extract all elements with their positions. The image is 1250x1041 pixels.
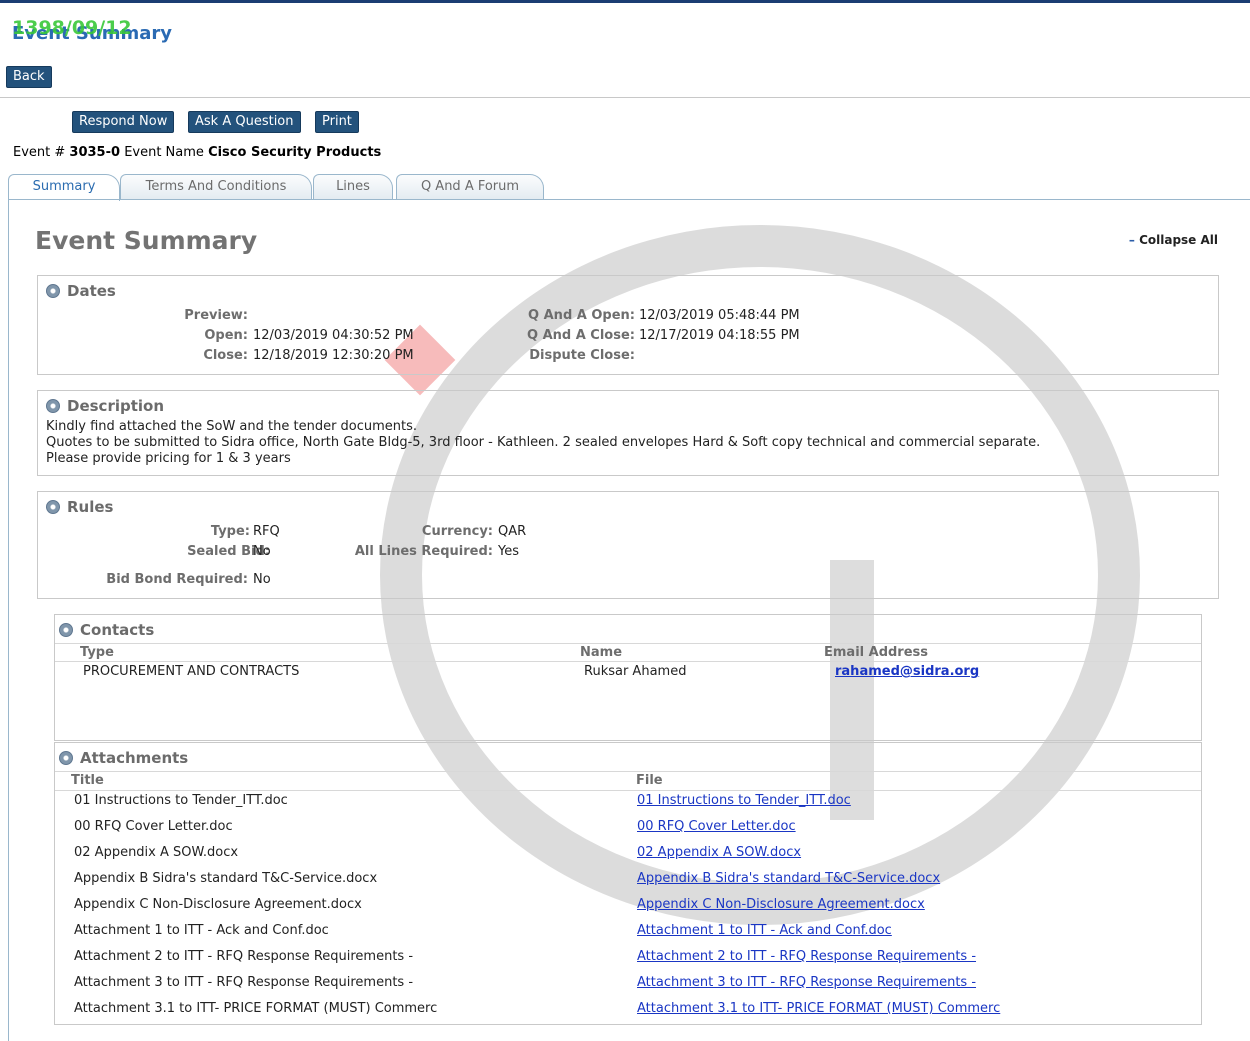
contacts-col-name: Name xyxy=(580,645,623,660)
top-accent-bar xyxy=(0,0,1250,3)
contact-name: Ruksar Ahamed xyxy=(584,664,687,679)
attachments-col-title: Title xyxy=(71,773,104,788)
event-number: 3035-0 xyxy=(69,145,121,160)
contacts-section: Contacts Type Name Email Address PROCURE… xyxy=(54,614,1202,741)
description-text: Kindly find attached the SoW and the ten… xyxy=(46,419,1040,467)
preview-label: Preview: xyxy=(184,308,248,323)
qa-open-value: 12/03/2019 05:48:44 PM xyxy=(639,308,800,323)
print-button[interactable]: Print xyxy=(315,111,359,133)
attachments-col-file: File xyxy=(636,773,663,788)
currency-value: QAR xyxy=(498,524,527,539)
description-header[interactable]: Description xyxy=(46,397,164,415)
contact-type: PROCUREMENT AND CONTRACTS xyxy=(83,664,300,679)
all-lines-label: All Lines Required: xyxy=(354,544,493,559)
attachment-file-link[interactable]: 02 Appendix A SOW.docx xyxy=(637,845,801,860)
toggle-circle-icon xyxy=(46,284,60,298)
tab-summary[interactable]: Summary xyxy=(8,174,120,201)
open-value: 12/03/2019 04:30:52 PM xyxy=(253,328,414,343)
divider xyxy=(55,643,1201,644)
attachment-file-link[interactable]: Appendix B Sidra's standard T&C-Service.… xyxy=(637,871,940,886)
attachment-file-link[interactable]: Appendix C Non-Disclosure Agreement.docx xyxy=(637,897,925,912)
attachment-title: 02 Appendix A SOW.docx xyxy=(74,845,239,860)
attachments-title: Attachments xyxy=(80,749,189,767)
attachment-file-link[interactable]: Attachment 1 to ITT - Ack and Conf.doc xyxy=(637,923,892,938)
collapse-all-label: Collapse All xyxy=(1139,233,1218,247)
type-value: RFQ xyxy=(253,524,280,539)
close-value: 12/18/2019 12:30:20 PM xyxy=(253,348,414,363)
qa-close-value: 12/17/2019 04:18:55 PM xyxy=(639,328,800,343)
divider xyxy=(55,790,1201,791)
contacts-col-email: Email Address xyxy=(824,645,929,660)
attachment-title: Appendix B Sidra's standard T&C-Service.… xyxy=(74,871,378,886)
description-section: Description Kindly find attached the SoW… xyxy=(37,390,1219,476)
attachment-title: Attachment 3.1 to ITT- PRICE FORMAT (MUS… xyxy=(74,1001,438,1016)
dates-header[interactable]: Dates xyxy=(46,282,116,300)
ask-question-button[interactable]: Ask A Question xyxy=(188,111,301,133)
date-stamp-overlay: 1398/09/12 xyxy=(12,17,132,39)
currency-label: Currency: xyxy=(421,524,493,539)
attachment-title: 00 RFQ Cover Letter.doc xyxy=(74,819,233,834)
attachment-title: Attachment 1 to ITT - Ack and Conf.doc xyxy=(74,923,329,938)
bid-bond-label: Bid Bond Required: xyxy=(106,572,248,587)
dispute-close-label: Dispute Close: xyxy=(529,348,635,363)
attachment-file-link[interactable]: Attachment 3 to ITT - RFQ Response Requi… xyxy=(637,975,976,990)
event-name-label: Event Name xyxy=(124,145,204,160)
event-name: Cisco Security Products xyxy=(208,145,382,160)
rules-header[interactable]: Rules xyxy=(46,498,113,516)
tab-lines[interactable]: Lines xyxy=(313,174,393,200)
rules-section: Rules Type: RFQ Sealed Bid: No Bid Bond … xyxy=(37,491,1219,599)
tab-terms-and-conditions[interactable]: Terms And Conditions xyxy=(120,174,312,200)
attachment-title: 01 Instructions to Tender_ITT.doc xyxy=(74,793,288,808)
collapse-icon: – xyxy=(1128,233,1135,247)
attachment-title: Attachment 2 to ITT - RFQ Response Requi… xyxy=(74,949,414,964)
type-label: Type: xyxy=(210,524,250,539)
description-title: Description xyxy=(67,397,165,415)
sealed-bid-label: Sealed Bid: xyxy=(187,544,270,559)
tab-q-and-a-forum[interactable]: Q And A Forum xyxy=(396,174,544,200)
attachments-header[interactable]: Attachments xyxy=(59,749,188,767)
divider xyxy=(55,771,1201,772)
attachment-file-link[interactable]: 00 RFQ Cover Letter.doc xyxy=(637,819,796,834)
attachment-title: Attachment 3 to ITT - RFQ Response Requi… xyxy=(74,975,414,990)
close-label: Close: xyxy=(203,348,248,363)
bid-bond-value: No xyxy=(253,572,271,587)
qa-close-label: Q And A Close: xyxy=(527,328,635,343)
contact-email-link[interactable]: rahamed@sidra.org xyxy=(835,664,979,679)
dates-title: Dates xyxy=(67,282,116,300)
header-divider xyxy=(0,97,1250,98)
qa-open-label: Q And A Open: xyxy=(528,308,635,323)
attachment-file-link[interactable]: Attachment 3.1 to ITT- PRICE FORMAT (MUS… xyxy=(637,1001,1000,1016)
toggle-circle-icon xyxy=(59,623,73,637)
collapse-all-link[interactable]: – Collapse All xyxy=(1129,233,1218,247)
attachment-title: Appendix C Non-Disclosure Agreement.docx xyxy=(74,897,362,912)
sealed-bid-value: No xyxy=(253,544,271,559)
contacts-col-type: Type xyxy=(80,645,114,660)
contacts-title: Contacts xyxy=(80,621,155,639)
contacts-header[interactable]: Contacts xyxy=(59,621,154,639)
attachment-file-link[interactable]: Attachment 2 to ITT - RFQ Response Requi… xyxy=(637,949,976,964)
description-line: Kindly find attached the SoW and the ten… xyxy=(46,419,418,434)
attachment-file-link[interactable]: 01 Instructions to Tender_ITT.doc xyxy=(637,793,851,808)
toggle-circle-icon xyxy=(46,500,60,514)
event-info: Event # 3035-0 Event Name Cisco Security… xyxy=(13,145,381,160)
attachments-section: Attachments Title File 01 Instructions t… xyxy=(54,742,1202,1025)
respond-now-button[interactable]: Respond Now xyxy=(72,111,175,133)
toggle-circle-icon xyxy=(46,399,60,413)
description-line: Please provide pricing for 1 & 3 years xyxy=(46,451,291,466)
open-label: Open: xyxy=(204,328,248,343)
event-number-label: Event # xyxy=(13,145,66,160)
description-line: Quotes to be submitted to Sidra office, … xyxy=(46,435,1041,450)
divider xyxy=(55,661,1201,662)
all-lines-value: Yes xyxy=(498,544,519,559)
dates-section: Dates Preview: Open: 12/03/2019 04:30:52… xyxy=(37,275,1219,375)
back-button[interactable]: Back xyxy=(6,66,52,88)
rules-title: Rules xyxy=(67,498,114,516)
toggle-circle-icon xyxy=(59,751,73,765)
summary-heading: Event Summary xyxy=(35,226,258,255)
